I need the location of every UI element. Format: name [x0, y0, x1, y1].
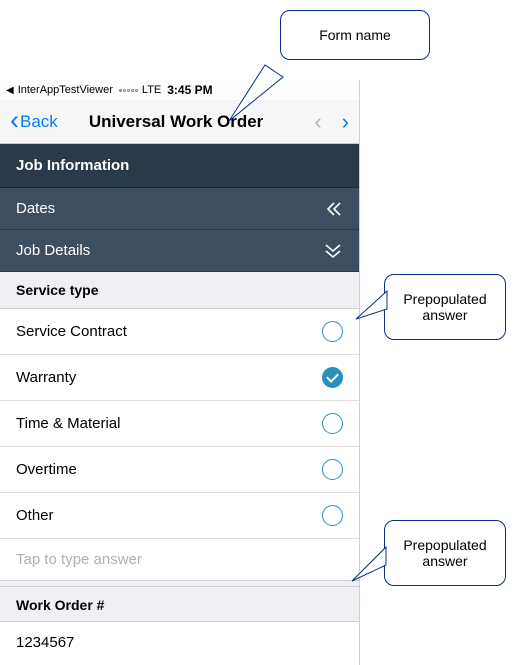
chevron-collapse-left-icon: [323, 201, 343, 217]
callout-pointer-icon: [225, 55, 295, 125]
status-bar: ◀ InterAppTestViewer LTE 3:45 PM: [0, 80, 359, 100]
radio-unchecked-icon: [322, 413, 343, 434]
section-job-details[interactable]: Job Details: [0, 230, 359, 272]
record-nav: ‹ ›: [314, 109, 349, 135]
option-label: Other: [16, 507, 54, 524]
section-job-details-label: Job Details: [16, 242, 90, 259]
option-label: Service Contract: [16, 323, 127, 340]
back-app-name[interactable]: InterAppTestViewer: [18, 84, 113, 96]
callout-prepopulated-answer-1: Prepopulated answer: [384, 274, 506, 340]
chevron-left-icon: ‹: [10, 107, 19, 134]
option-other[interactable]: Other: [0, 493, 359, 539]
nav-bar: ‹ Back Universal Work Order ‹ ›: [0, 100, 359, 144]
option-label: Overtime: [16, 461, 77, 478]
other-text-input[interactable]: Tap to type answer: [0, 539, 359, 581]
radio-checked-icon: [322, 367, 343, 388]
work-order-value[interactable]: 1234567: [0, 622, 359, 665]
option-overtime[interactable]: Overtime: [0, 447, 359, 493]
next-record-button[interactable]: ›: [342, 109, 349, 135]
option-service-contract[interactable]: Service Contract: [0, 309, 359, 355]
radio-unchecked-icon: [322, 321, 343, 342]
radio-unchecked-icon: [322, 459, 343, 480]
callout-pointer-icon: [350, 545, 390, 585]
service-type-header: Service type: [0, 272, 359, 309]
back-app-indicator-icon[interactable]: ◀: [6, 85, 14, 96]
option-label: Time & Material: [16, 415, 120, 432]
signal-icon: [119, 89, 138, 92]
option-time-material[interactable]: Time & Material: [0, 401, 359, 447]
radio-unchecked-icon: [322, 505, 343, 526]
chevron-expand-down-icon: [323, 243, 343, 259]
section-dates[interactable]: Dates: [0, 188, 359, 230]
callout-pointer-icon: [354, 289, 390, 325]
section-job-information: Job Information: [0, 144, 359, 188]
network-label: LTE: [142, 84, 161, 96]
status-left: ◀ InterAppTestViewer LTE: [6, 84, 161, 96]
callout-form-name: Form name: [280, 10, 430, 60]
callout-prepopulated-answer-2: Prepopulated answer: [384, 520, 506, 586]
prev-record-button: ‹: [314, 109, 321, 135]
phone-screen: ◀ InterAppTestViewer LTE 3:45 PM ‹ Back …: [0, 80, 360, 665]
option-label: Warranty: [16, 369, 76, 386]
option-warranty[interactable]: Warranty: [0, 355, 359, 401]
section-dates-label: Dates: [16, 200, 55, 217]
work-order-label: Work Order #: [0, 587, 359, 622]
